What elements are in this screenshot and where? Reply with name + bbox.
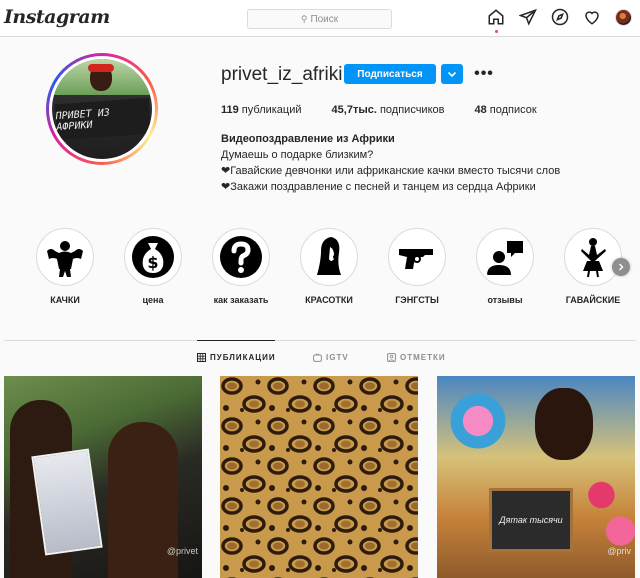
chevron-down-icon	[447, 71, 457, 78]
profile-stats: 119 публикаций 45,7тыс. подписчиков 48 п…	[221, 104, 567, 116]
post-watermark: @priv	[607, 546, 631, 556]
direct-icon[interactable]	[519, 8, 537, 26]
notification-dot	[495, 30, 498, 33]
chevron-right-icon	[619, 263, 624, 271]
highlight-label: КРАСОТКИ	[305, 295, 353, 305]
gun-icon	[399, 249, 433, 269]
search-icon: ⚲	[300, 13, 308, 24]
avatar-image: ПРИВЕТ ИЗ АФРИКИ	[52, 59, 152, 159]
highlight-item[interactable]: как заказать	[206, 228, 276, 305]
search-input[interactable]: ⚲ Поиск	[247, 9, 392, 29]
more-options-button[interactable]: •••	[474, 64, 494, 84]
grid-icon	[197, 353, 206, 362]
active-tab-indicator	[197, 340, 275, 341]
post-thumbnail[interactable]: Дятак тысячи @priv	[437, 376, 635, 578]
explore-icon[interactable]	[551, 8, 569, 26]
follow-button[interactable]: Подписаться	[344, 64, 436, 84]
svg-text:$: $	[147, 253, 158, 272]
bio-name: Видеопоздравление из Африки	[221, 133, 395, 145]
tab-igtv[interactable]: IGTV	[313, 353, 349, 362]
instagram-logo[interactable]: Instagram	[4, 6, 110, 28]
hula-dancer-icon	[581, 238, 606, 278]
profile-avatar[interactable]	[615, 8, 632, 26]
woman-silhouette-icon	[317, 237, 341, 275]
profile-avatar-large[interactable]: ПРИВЕТ ИЗ АФРИКИ	[46, 53, 158, 165]
highlight-label: КАЧКИ	[50, 295, 80, 305]
highlights-next-button[interactable]	[612, 258, 630, 276]
home-icon[interactable]	[487, 8, 505, 33]
highlight-item[interactable]: отзывы	[470, 228, 540, 305]
post-watermark: @privet	[166, 546, 198, 556]
bio-line: ❤Закажи поздравление с песней и танцем и…	[221, 181, 536, 193]
followers-stat[interactable]: 45,7тыс. подписчиков	[332, 104, 445, 116]
leopard-pattern	[220, 376, 418, 578]
highlight-label: цена	[142, 295, 164, 305]
tab-tagged[interactable]: ОТМЕТКИ	[387, 353, 446, 362]
highlight-label: ГЭНГСТЫ	[395, 295, 439, 305]
avatar-sign: ПРИВЕТ ИЗ АФРИКИ	[54, 97, 152, 141]
top-nav-bar: Instagram ⚲ Поиск	[0, 0, 640, 37]
chat-person-icon	[487, 241, 523, 275]
question-icon	[220, 236, 262, 278]
heart-icon[interactable]	[583, 8, 601, 26]
suggestions-dropdown-button[interactable]	[441, 64, 463, 84]
bio-line: Думаешь о подарке близким?	[221, 149, 374, 161]
profile-bio: Видеопоздравление из Африки Думаешь о по…	[221, 131, 560, 195]
bio-line: ❤Гавайские девчонки или африканские качк…	[221, 165, 561, 177]
posts-stat: 119 публикаций	[221, 104, 302, 116]
tabs-divider	[4, 340, 636, 341]
chalkboard: Дятак тысячи	[489, 488, 573, 552]
tab-posts[interactable]: ПУБЛИКАЦИИ	[197, 353, 276, 362]
highlight-item[interactable]: КАЧКИ	[30, 228, 100, 305]
highlight-item[interactable]: ГЭНГСТЫ	[382, 228, 452, 305]
held-photo	[31, 448, 103, 556]
profile-username: privet_iz_afriki	[221, 64, 343, 85]
tag-icon	[387, 353, 396, 362]
story-highlights: КАЧКИ $ цена как заказать КРАСОТКИ ГЭНГС…	[30, 228, 640, 308]
igtv-icon	[313, 353, 322, 362]
bodybuilder-icon	[47, 241, 83, 277]
highlight-item[interactable]: $ цена	[118, 228, 188, 305]
highlight-label: ГАВАЙСКИЕ	[565, 295, 621, 305]
post-thumbnail[interactable]: @privet	[4, 376, 202, 578]
black-heart-icon: ❤	[221, 165, 231, 177]
highlight-label: как заказать	[213, 295, 269, 305]
highlight-item[interactable]: КРАСОТКИ	[294, 228, 364, 305]
highlight-label: отзывы	[487, 295, 523, 305]
following-stat[interactable]: 48 подписок	[474, 104, 536, 116]
nav-icons	[487, 8, 632, 33]
money-bag-icon: $	[132, 236, 174, 278]
black-heart-icon: ❤	[221, 181, 231, 193]
search-placeholder: Поиск	[310, 13, 339, 25]
post-thumbnail[interactable]	[220, 376, 418, 578]
